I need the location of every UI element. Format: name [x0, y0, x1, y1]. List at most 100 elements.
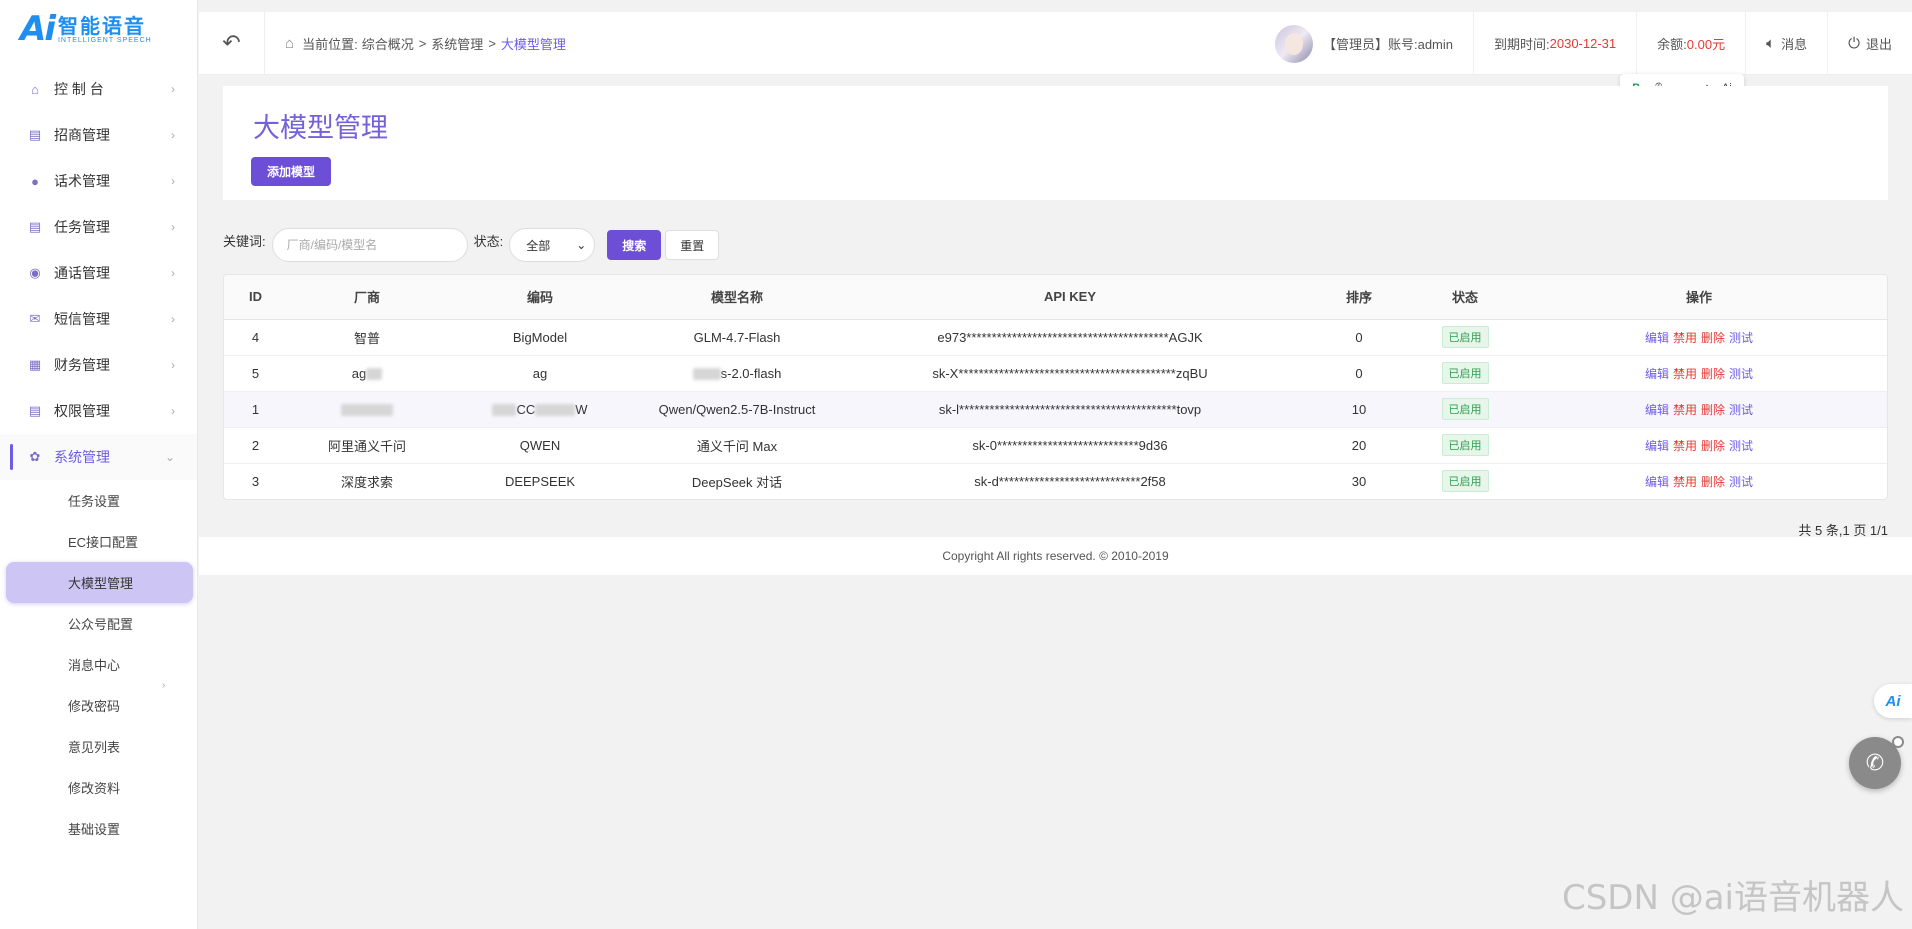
- col-sort: 排序: [1299, 275, 1419, 320]
- sub-item-message-center[interactable]: 消息中心: [0, 644, 197, 685]
- home-icon: ⌂: [285, 34, 295, 52]
- back-button[interactable]: ↶: [199, 11, 265, 75]
- cell-sort: 0: [1299, 355, 1419, 392]
- footer: Copyright All rights reserved. © 2010-20…: [199, 537, 1912, 575]
- sidebar-item-label: 系统管理: [54, 449, 110, 465]
- disable-link[interactable]: 禁用: [1673, 367, 1697, 381]
- chevron-right-icon: ›: [171, 128, 175, 142]
- system-submenu: 任务设置 EC接口配置 大模型管理 公众号配置 消息中心 修改密码 意见列表 修…: [0, 480, 197, 849]
- status-select[interactable]: 全部 ⌄: [509, 228, 596, 262]
- edit-link[interactable]: 编辑: [1645, 439, 1669, 453]
- keyword-input[interactable]: [271, 228, 468, 262]
- clipboard-icon: ▤: [28, 219, 42, 234]
- delete-link[interactable]: 删除: [1701, 439, 1725, 453]
- cell-api-key: sk-l************************************…: [841, 391, 1299, 428]
- microphone-icon: ●: [31, 173, 39, 189]
- sidebar-item-task[interactable]: ▤ 任务管理 ›: [0, 204, 197, 250]
- add-model-button[interactable]: 添加模型: [251, 157, 331, 186]
- sub-item-task-settings[interactable]: 任务设置: [0, 480, 197, 521]
- edit-link[interactable]: 编辑: [1645, 403, 1669, 417]
- user-info[interactable]: 【管理员】账号:admin: [1255, 12, 1473, 75]
- breadcrumb-system[interactable]: 系统管理: [431, 34, 483, 53]
- chevron-right-icon: ›: [171, 174, 175, 188]
- col-vendor: 厂商: [287, 275, 447, 320]
- delete-link[interactable]: 删除: [1701, 403, 1725, 417]
- test-link[interactable]: 测试: [1729, 367, 1753, 381]
- test-link[interactable]: 测试: [1729, 331, 1753, 345]
- breadcrumb-separator: >: [488, 35, 496, 51]
- status-badge: 已启用: [1441, 326, 1489, 348]
- sidebar-item-label: 通话管理: [54, 265, 110, 281]
- clipboard-icon: ▤: [28, 403, 42, 418]
- models-table: ID 厂商 编码 模型名称 API KEY 排序 状态 操作 4 智普 BigM…: [223, 274, 1888, 500]
- sub-item-basic-settings[interactable]: 基础设置: [0, 808, 197, 849]
- sub-item-official-account[interactable]: 公众号配置: [0, 603, 197, 644]
- chevron-right-icon: ›: [171, 82, 175, 96]
- chevron-right-icon: ›: [171, 404, 175, 418]
- chevron-right-icon: ›: [171, 358, 175, 372]
- edit-link[interactable]: 编辑: [1645, 475, 1669, 489]
- test-link[interactable]: 测试: [1729, 403, 1753, 417]
- phone-icon: ◉: [29, 265, 41, 280]
- chevron-down-icon: ⌄: [576, 238, 587, 252]
- status-select-value: 全部: [526, 238, 551, 253]
- edit-link[interactable]: 编辑: [1645, 331, 1669, 345]
- edit-link[interactable]: 编辑: [1645, 367, 1669, 381]
- delete-link[interactable]: 删除: [1701, 475, 1725, 489]
- delete-link[interactable]: 删除: [1701, 331, 1725, 345]
- page-header-card: 大模型管理 添加模型: [223, 86, 1888, 200]
- delete-link[interactable]: 删除: [1701, 367, 1725, 381]
- avatar: [1274, 24, 1313, 63]
- sidebar-item-finance[interactable]: ▦ 财务管理 ›: [0, 342, 197, 388]
- logo-subtitle: INTELLIGENT SPEECH: [57, 36, 152, 44]
- test-link[interactable]: 测试: [1729, 439, 1753, 453]
- message-button[interactable]: 🔈︎ 消息: [1745, 12, 1827, 75]
- ai-icon: Ai: [1885, 692, 1901, 710]
- sub-item-llm-management[interactable]: 大模型管理: [6, 562, 193, 603]
- disable-link[interactable]: 禁用: [1673, 403, 1697, 417]
- status-badge: 已启用: [1441, 470, 1489, 493]
- sidebar-item-script[interactable]: ● 话术管理 ›: [0, 158, 197, 204]
- cell-model: GLM-4.7-Flash: [633, 319, 841, 356]
- ai-assistant-button[interactable]: Ai: [1874, 684, 1912, 718]
- redaction-blur: [366, 368, 383, 381]
- sidebar-item-system[interactable]: ✿ 系统管理 ⌄: [0, 434, 197, 480]
- search-button[interactable]: 搜索: [607, 230, 662, 260]
- balance-info: 余额: 0.00元: [1636, 12, 1745, 75]
- reset-button[interactable]: 重置: [665, 230, 720, 260]
- sidebar-item-permission[interactable]: ▤ 权限管理 ›: [0, 388, 197, 434]
- sidebar-item-sms[interactable]: ✉ 短信管理 ›: [0, 296, 197, 342]
- disable-link[interactable]: 禁用: [1673, 331, 1697, 345]
- sub-item-edit-profile[interactable]: 修改资料: [0, 767, 197, 808]
- disable-link[interactable]: 禁用: [1673, 439, 1697, 453]
- cell-code: BigModel: [447, 319, 633, 356]
- status-label: 状态:: [473, 233, 504, 249]
- cell-api-key: e973************************************…: [841, 319, 1299, 356]
- cell-vendor: ag: [351, 365, 367, 381]
- chevron-down-icon: ⌄: [164, 450, 175, 464]
- cell-sort: 30: [1351, 473, 1367, 489]
- notification-dot: [1892, 736, 1904, 748]
- sidebar-item-console[interactable]: ⌂ 控 制 台 ›: [0, 66, 197, 112]
- finance-icon: ▦: [28, 357, 42, 372]
- test-link[interactable]: 测试: [1729, 475, 1753, 489]
- breadcrumb-prefix: 当前位置:: [302, 36, 358, 52]
- sidebar-item-merchant[interactable]: ▤ 招商管理 ›: [0, 112, 197, 158]
- balance-label: 余额:: [1657, 37, 1687, 52]
- disable-link[interactable]: 禁用: [1673, 475, 1697, 489]
- sub-item-change-password[interactable]: 修改密码: [0, 685, 197, 726]
- row-actions: 编辑 禁用 删除 测试: [1511, 355, 1887, 392]
- sidebar-menu: ⌂ 控 制 台 › ▤ 招商管理 › ● 话术管理 › ▤ 任务管理 › ◉ 通…: [0, 66, 197, 849]
- sidebar-item-label: 招商管理: [54, 127, 110, 143]
- sidebar-item-call[interactable]: ◉ 通话管理 ›: [0, 250, 197, 296]
- cell-vendor: 智普: [287, 319, 447, 356]
- cell-vendor: 深度求索: [340, 474, 393, 490]
- status-badge: 已启用: [1441, 434, 1489, 456]
- cell-id: 4: [224, 319, 287, 356]
- copyright-text: Copyright All rights reserved. © 2010-20…: [942, 549, 1169, 563]
- cell-id: 3: [251, 473, 260, 489]
- sub-item-ec-config[interactable]: EC接口配置: [0, 521, 197, 562]
- logout-button[interactable]: ⏻ 退出: [1827, 12, 1912, 75]
- breadcrumb-overview[interactable]: 综合概况: [362, 34, 414, 53]
- sub-item-feedback-list[interactable]: 意见列表: [0, 726, 197, 767]
